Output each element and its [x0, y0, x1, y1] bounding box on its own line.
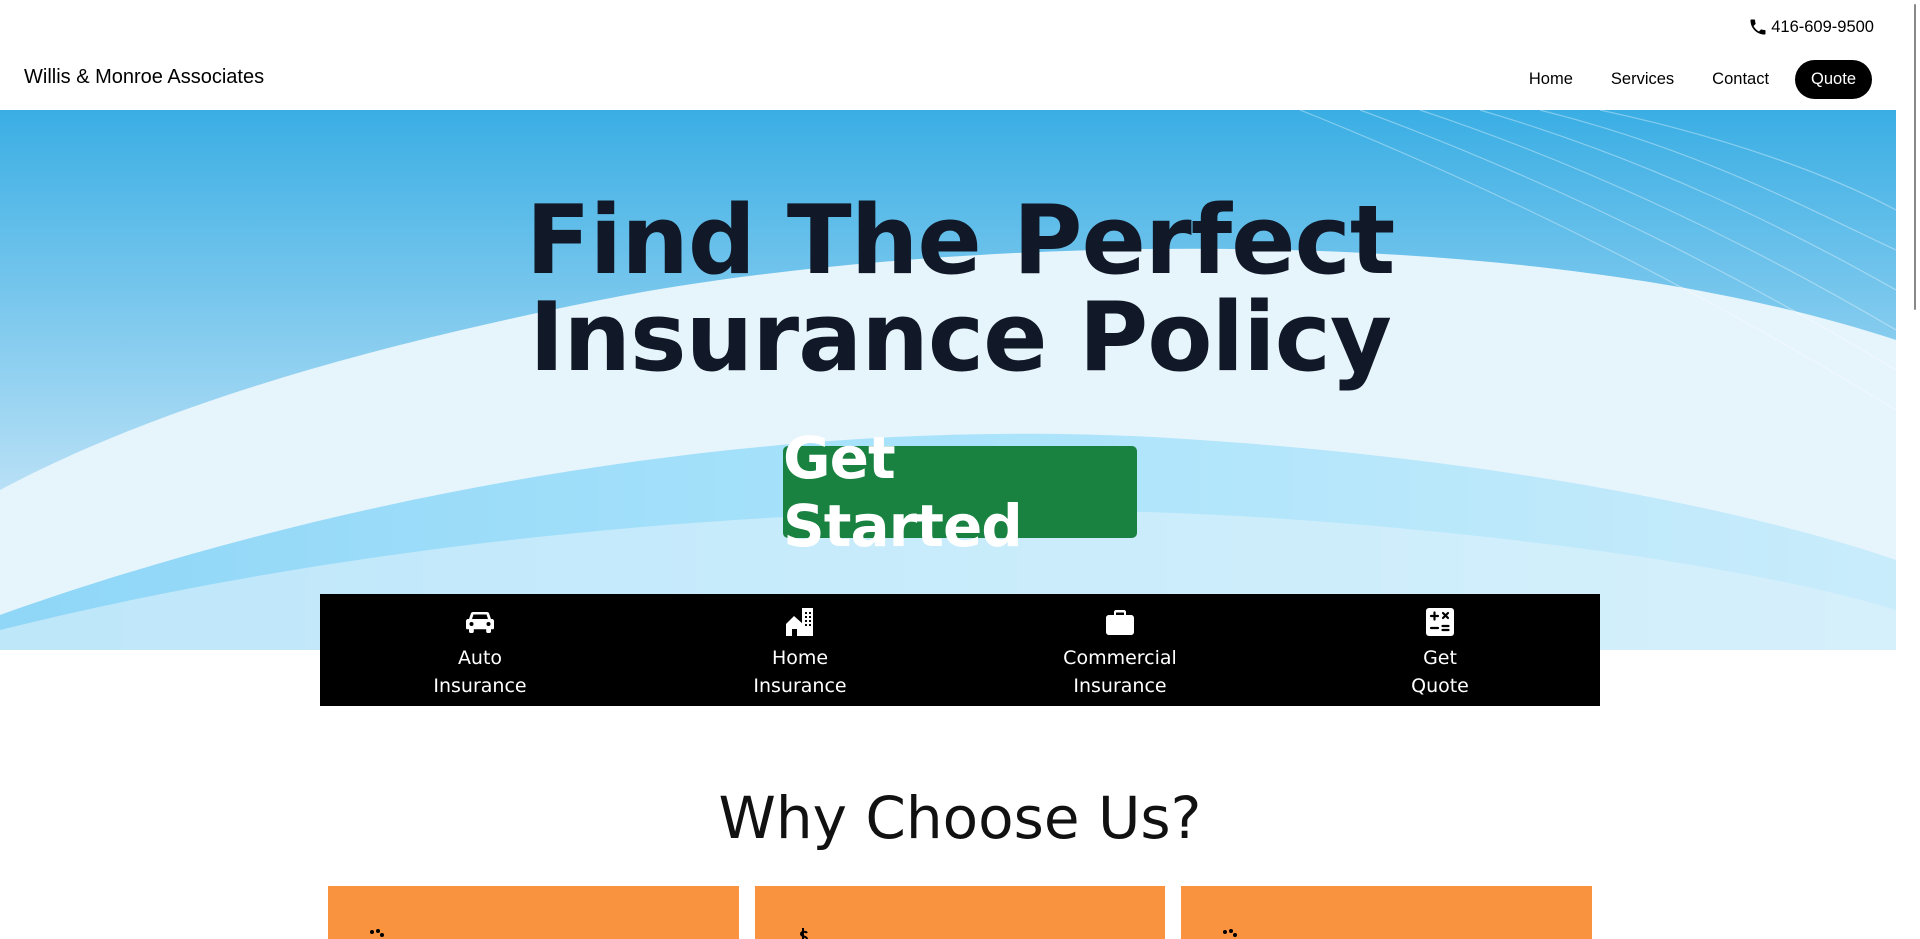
- service-commercial-insurance[interactable]: Commercial Insurance: [960, 594, 1280, 706]
- service-auto-insurance[interactable]: Auto Insurance: [320, 594, 640, 706]
- nav-home[interactable]: Home: [1529, 70, 1573, 89]
- quote-button[interactable]: Quote: [1795, 60, 1872, 99]
- feature-card: [755, 886, 1165, 939]
- why-choose-us-heading: Why Choose Us?: [718, 784, 1202, 852]
- scrollbar-thumb[interactable]: [1914, 4, 1916, 310]
- service-label: Home Insurance: [740, 644, 860, 700]
- top-bar: 416-609-9500: [0, 0, 1896, 56]
- navbar: Willis & Monroe Associates Home Services…: [0, 56, 1896, 110]
- main-nav: Home Services Contact Quote: [1529, 60, 1872, 99]
- service-label: Commercial Insurance: [1060, 644, 1180, 700]
- scrollbar[interactable]: [1896, 0, 1920, 939]
- feature-icon: [370, 929, 384, 937]
- service-label-line2: Insurance: [1073, 675, 1167, 697]
- get-started-button[interactable]: Get Started: [783, 424, 1137, 560]
- nav-services[interactable]: Services: [1611, 70, 1674, 89]
- hero-headline-line1: Find The Perfect: [525, 186, 1396, 296]
- service-label-line2: Insurance: [753, 675, 847, 697]
- service-label: Auto Insurance: [420, 644, 540, 700]
- service-label-line1: Get: [1423, 647, 1457, 669]
- calculator-icon: [1426, 608, 1454, 636]
- service-home-insurance[interactable]: Home Insurance: [640, 594, 960, 706]
- feature-card: [328, 886, 739, 939]
- car-icon: [466, 612, 494, 633]
- briefcase-icon: [1106, 610, 1134, 635]
- hero-headline-line2: Insurance Policy: [529, 283, 1392, 393]
- phone-icon: [1750, 19, 1766, 35]
- nav-contact[interactable]: Contact: [1712, 70, 1769, 89]
- dollar-icon: [799, 928, 809, 939]
- house-building-icon: [786, 608, 813, 636]
- phone-number: 416-609-9500: [1771, 17, 1874, 36]
- service-label-line2: Insurance: [433, 675, 527, 697]
- services-bar: Auto Insurance Home Insurance Commercial…: [320, 594, 1600, 706]
- feature-card: [1181, 886, 1592, 939]
- service-label-line1: Commercial: [1063, 647, 1177, 669]
- brand-logo-text[interactable]: Willis & Monroe Associates: [24, 66, 264, 89]
- service-label: Get Quote: [1380, 644, 1500, 700]
- phone-link[interactable]: 416-609-9500: [1748, 17, 1874, 37]
- hero-section: Find The Perfect Insurance Policy Get St…: [0, 110, 1896, 650]
- feature-icon: [1223, 929, 1237, 937]
- service-get-quote[interactable]: Get Quote: [1280, 594, 1600, 706]
- service-label-line1: Auto: [457, 647, 503, 669]
- service-label-line1: Home: [771, 647, 829, 669]
- service-label-line2: Quote: [1411, 675, 1469, 697]
- hero-headline: Find The Perfect Insurance Policy: [0, 193, 1896, 387]
